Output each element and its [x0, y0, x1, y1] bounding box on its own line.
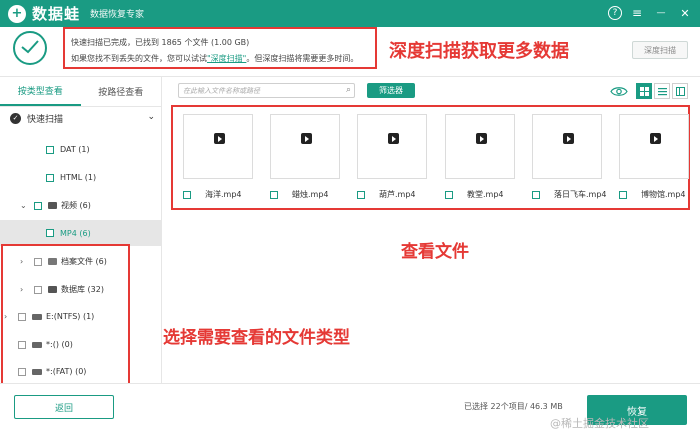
video-play-icon	[650, 133, 661, 144]
file-name: 博物馆.mp4	[641, 190, 686, 199]
frog-logo-icon: +	[8, 4, 26, 23]
toolbar: 在此输入文件名称或路径 ⌕ 筛选器	[163, 77, 700, 105]
chevron-down-icon[interactable]: ⌄	[147, 112, 155, 122]
tree-item-dat[interactable]: DAT (1)	[46, 145, 90, 154]
file-grid: 海洋.mp4 蜡烛.mp4 葫芦.mp4 教堂.mp4 落日飞车.mp4 博物馆…	[171, 105, 690, 210]
list-view-icon[interactable]	[654, 83, 670, 99]
file-name-row: 葫芦.mp4	[357, 189, 427, 200]
back-button[interactable]: 返回	[14, 395, 114, 419]
checkbox[interactable]	[532, 190, 540, 199]
app-name: 数据蛙	[32, 5, 81, 23]
file-name-row: 教堂.mp4	[445, 189, 515, 200]
help-icon[interactable]: ?	[608, 6, 622, 20]
main-panel: 在此输入文件名称或路径 ⌕ 筛选器 海洋.mp4 蜡烛.mp4 葫芦.mp4 教…	[163, 77, 700, 383]
video-play-icon	[301, 133, 312, 144]
tree-item-html[interactable]: HTML (1)	[46, 173, 96, 182]
scan-complete-icon	[13, 31, 47, 65]
minimize-icon[interactable]: —	[652, 4, 670, 22]
scan-info-area: 快速扫描已完成，已找到 1865 个文件 (1.00 GB) 如果您找不到丢失的…	[0, 27, 700, 77]
file-thumbnail[interactable]	[270, 114, 340, 179]
deep-scan-link[interactable]: "深度扫描"	[207, 54, 246, 63]
annotation-deep-scan: 深度扫描获取更多数据	[389, 41, 569, 62]
filter-button[interactable]: 筛选器	[367, 83, 415, 98]
search-placeholder: 在此输入文件名称或路径	[183, 86, 260, 95]
tree-item-mp4[interactable]: MP4 (6)	[0, 220, 161, 246]
tree-item-label: MP4 (6)	[60, 228, 91, 238]
file-name: 落日飞车.mp4	[554, 190, 607, 199]
checkbox[interactable]	[445, 190, 453, 199]
menu-icon[interactable]: ≡	[628, 4, 646, 22]
checkbox[interactable]	[46, 173, 54, 182]
check-icon: ✓	[10, 112, 21, 124]
scan-hint-text: 如果您找不到丢失的文件，您可以试试"深度扫描"。但深度扫描将需要更多时间。	[71, 51, 369, 67]
checkbox[interactable]	[46, 145, 54, 154]
chevron-down-icon[interactable]: ⌄	[20, 201, 30, 210]
tree-item-label: 视频 (6)	[61, 201, 91, 210]
search-input[interactable]: 在此输入文件名称或路径 ⌕	[178, 83, 355, 98]
file-thumbnail[interactable]	[532, 114, 602, 179]
file-card[interactable]: 博物馆.mp4	[619, 114, 689, 204]
checkbox[interactable]	[619, 190, 627, 199]
eye-icon[interactable]	[610, 85, 628, 97]
file-card[interactable]: 海洋.mp4	[183, 114, 253, 204]
annotation-view-files: 查看文件	[401, 242, 469, 262]
bottom-bar: 返回 已选择 22个项目/ 46.3 MB 恢复 @稀土掘金技术社区	[0, 383, 700, 432]
close-icon[interactable]: ✕	[676, 4, 694, 22]
app-subtitle: 数据恢复专家	[90, 10, 145, 20]
view-tabs: 按类型查看 按路径查看	[0, 77, 161, 107]
quick-scan-label: 快速扫描	[27, 114, 64, 125]
search-icon[interactable]: ⌕	[346, 85, 351, 95]
file-name-row: 海洋.mp4	[183, 189, 253, 200]
checkbox[interactable]	[46, 229, 54, 237]
file-name: 蜡烛.mp4	[292, 190, 329, 199]
video-play-icon	[214, 133, 225, 144]
window-controls: ? ≡ — ✕	[608, 4, 694, 22]
scan-result-text: 快速扫描已完成，已找到 1865 个文件 (1.00 GB)	[71, 38, 250, 47]
video-play-icon	[476, 133, 487, 144]
checkbox[interactable]	[183, 190, 191, 199]
file-thumbnail[interactable]	[357, 114, 427, 179]
hint-suffix: 。但深度扫描将需要更多时间。	[246, 54, 359, 63]
grid-view-icon[interactable]	[636, 83, 652, 99]
deep-scan-button[interactable]: 深度扫描	[632, 41, 688, 59]
scan-result-box: 快速扫描已完成，已找到 1865 个文件 (1.00 GB) 如果您找不到丢失的…	[63, 27, 377, 69]
file-thumbnail[interactable]	[619, 114, 689, 179]
file-card[interactable]: 葫芦.mp4	[357, 114, 427, 204]
tab-by-type[interactable]: 按类型查看	[0, 77, 81, 106]
video-play-icon	[388, 133, 399, 144]
watermark: @稀土掘金技术社区	[550, 417, 649, 430]
file-name-row: 蜡烛.mp4	[270, 189, 340, 200]
file-name: 海洋.mp4	[205, 190, 242, 199]
file-thumbnail[interactable]	[445, 114, 515, 179]
video-icon	[48, 202, 57, 209]
file-card[interactable]: 教堂.mp4	[445, 114, 515, 204]
file-card[interactable]: 落日飞车.mp4	[532, 114, 607, 204]
checkbox[interactable]	[34, 201, 42, 210]
checkbox[interactable]	[357, 190, 365, 199]
app-logo: + 数据蛙	[8, 3, 80, 24]
hint-prefix: 如果您找不到丢失的文件，您可以试试	[71, 54, 207, 63]
annotation-choose-type: 选择需要查看的文件类型	[163, 328, 350, 348]
file-name-row: 落日飞车.mp4	[532, 189, 607, 200]
file-name-row: 博物馆.mp4	[619, 189, 689, 200]
view-switcher	[610, 83, 688, 99]
selection-status: 已选择 22个项目/ 46.3 MB	[464, 402, 563, 411]
file-card[interactable]: 蜡烛.mp4	[270, 114, 340, 204]
quick-scan-node[interactable]: ✓ 快速扫描 ⌄	[0, 107, 161, 129]
checkbox[interactable]	[270, 190, 278, 199]
tree-item-label: DAT (1)	[60, 145, 90, 154]
video-play-icon	[563, 133, 574, 144]
file-thumbnail[interactable]	[183, 114, 253, 179]
file-name: 葫芦.mp4	[379, 190, 416, 199]
file-name: 教堂.mp4	[467, 190, 504, 199]
title-bar: + 数据蛙 数据恢复专家 ? ≡ — ✕	[0, 0, 700, 27]
annotation-box-file-types	[1, 244, 130, 388]
detail-view-icon[interactable]	[672, 83, 688, 99]
tree-item-label: HTML (1)	[60, 173, 97, 182]
tab-by-path[interactable]: 按路径查看	[81, 77, 162, 106]
tree-item-video[interactable]: ⌄ 视频 (6)	[20, 200, 91, 211]
